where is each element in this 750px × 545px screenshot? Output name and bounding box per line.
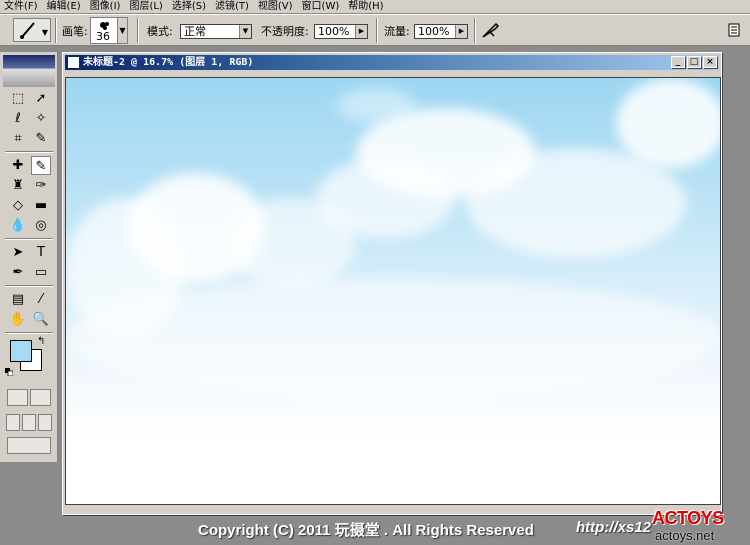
swap-colors-icon[interactable]: ↰ xyxy=(37,336,45,347)
options-bar: ▼ 画笔: 36 ▼ 模式: 正常 ▼ 不透明度: 100% ▶ 流量: 100… xyxy=(0,14,750,46)
opacity-label: 不透明度: xyxy=(261,24,309,38)
shape-tool-icon[interactable]: ▭ xyxy=(31,263,51,282)
jump-to-imageready-button[interactable] xyxy=(7,437,51,454)
menu-view[interactable]: 视图(V) xyxy=(254,0,298,13)
brush-tool-icon xyxy=(20,22,35,39)
history-brush-icon[interactable]: ✑ xyxy=(31,176,51,195)
maximize-button[interactable]: □ xyxy=(687,56,701,68)
mode-label: 模式: xyxy=(147,24,173,38)
pen-tool-icon[interactable]: ✒ xyxy=(8,263,28,282)
menu-file[interactable]: 文件(F) xyxy=(0,0,43,13)
quick-mask-button[interactable] xyxy=(30,389,51,406)
marquee-tool-icon[interactable]: ⬚ xyxy=(8,89,28,108)
chevron-right-icon[interactable]: ▶ xyxy=(355,25,367,38)
opacity-value: 100% xyxy=(318,25,350,38)
menu-select[interactable]: 选择(S) xyxy=(168,0,211,13)
copyright-text: Copyright (C) 2011 玩摄堂 . All Rights Rese… xyxy=(198,522,534,539)
brand-url: actoys.net xyxy=(655,528,715,543)
document-titlebar[interactable]: 未标题-2 @ 16.7% (图层 1, RGB) _ □ × xyxy=(65,55,719,70)
magic-wand-icon[interactable]: ✧ xyxy=(31,109,51,128)
mode-value: 正常 xyxy=(184,25,206,38)
flow-label: 流量: xyxy=(384,24,410,38)
brush-size: 36 xyxy=(96,30,110,43)
foreground-color-swatch[interactable] xyxy=(10,340,32,362)
toolbox-logo[interactable] xyxy=(3,55,55,87)
hand-tool-icon[interactable]: ✋ xyxy=(8,310,28,329)
tool-preset-picker[interactable]: ▼ xyxy=(13,18,51,42)
gradient-icon[interactable]: ▬ xyxy=(31,196,51,215)
document-window: 未标题-2 @ 16.7% (图层 1, RGB) _ □ × xyxy=(62,52,722,515)
dodge-tool-icon[interactable]: ◎ xyxy=(31,216,51,235)
eraser-icon[interactable]: ◇ xyxy=(8,196,28,215)
copyright-footer: Copyright (C) 2011 玩摄堂 . All Rights Rese… xyxy=(198,519,651,540)
slice-tool-icon[interactable]: ✎ xyxy=(31,129,51,148)
menu-layer[interactable]: 图层(L) xyxy=(125,0,167,13)
screen-mode-full-icon[interactable] xyxy=(38,414,52,431)
minimize-button[interactable]: _ xyxy=(671,56,685,68)
blur-tool-icon[interactable]: 💧 xyxy=(8,216,28,235)
crop-tool-icon[interactable]: ⌗ xyxy=(8,129,28,148)
standard-mode-button[interactable] xyxy=(7,389,28,406)
chevron-right-icon[interactable]: ▶ xyxy=(455,25,467,38)
type-tool-icon[interactable]: T xyxy=(31,243,51,262)
menu-help[interactable]: 帮助(H) xyxy=(344,0,388,13)
image-canvas[interactable] xyxy=(65,77,721,505)
eyedropper-icon[interactable]: ⁄ xyxy=(31,290,51,309)
footer-url[interactable]: http://xs12 xyxy=(576,519,651,536)
move-tool-icon[interactable]: ➚ xyxy=(31,89,51,108)
opacity-field[interactable]: 100% ▶ xyxy=(314,24,368,39)
menu-filter[interactable]: 滤镜(T) xyxy=(211,0,254,13)
flow-value: 100% xyxy=(418,25,450,38)
palette-well-icon[interactable] xyxy=(727,23,741,37)
brush-tool-icon[interactable]: ✎ xyxy=(31,156,51,175)
document-title: 未标题-2 @ 16.7% (图层 1, RGB) xyxy=(83,57,254,68)
notes-tool-icon[interactable]: ▤ xyxy=(8,290,28,309)
menu-bar: 文件(F) 编辑(E) 图像(I) 图层(L) 选择(S) 滤镜(T) 视图(V… xyxy=(0,0,750,13)
toolbox: ⬚ ➚ ℓ ✧ ⌗ ✎ ✚ ✎ ♜ ✑ ◇ ▬ 💧 ◎ ➤ T ✒ ▭ ▤ ⁄ … xyxy=(0,52,58,462)
brand-logo: ACTOYS xyxy=(652,508,724,528)
menu-window[interactable]: 窗口(W) xyxy=(298,0,345,13)
zoom-tool-icon[interactable]: 🔍 xyxy=(31,310,51,329)
default-colors-icon[interactable] xyxy=(5,368,13,376)
close-button[interactable]: × xyxy=(703,56,717,68)
chevron-down-icon: ▼ xyxy=(41,28,48,37)
airbrush-icon[interactable] xyxy=(481,21,501,39)
menu-image[interactable]: 图像(I) xyxy=(86,0,126,13)
brush-picker[interactable]: 36 ▼ xyxy=(90,17,128,44)
flow-field[interactable]: 100% ▶ xyxy=(414,24,468,39)
chevron-down-icon: ▼ xyxy=(239,25,251,38)
clone-stamp-icon[interactable]: ♜ xyxy=(8,176,28,195)
screen-mode-standard-icon[interactable] xyxy=(6,414,20,431)
healing-brush-icon[interactable]: ✚ xyxy=(8,156,28,175)
lasso-tool-icon[interactable]: ℓ xyxy=(8,109,28,128)
chevron-down-icon[interactable]: ▼ xyxy=(117,18,127,43)
document-icon xyxy=(68,57,79,68)
screen-mode-full-menu-icon[interactable] xyxy=(22,414,36,431)
mode-select[interactable]: 正常 ▼ xyxy=(180,24,252,39)
menu-edit[interactable]: 编辑(E) xyxy=(43,0,86,13)
path-select-icon[interactable]: ➤ xyxy=(8,243,28,262)
brush-label: 画笔: xyxy=(62,24,88,38)
